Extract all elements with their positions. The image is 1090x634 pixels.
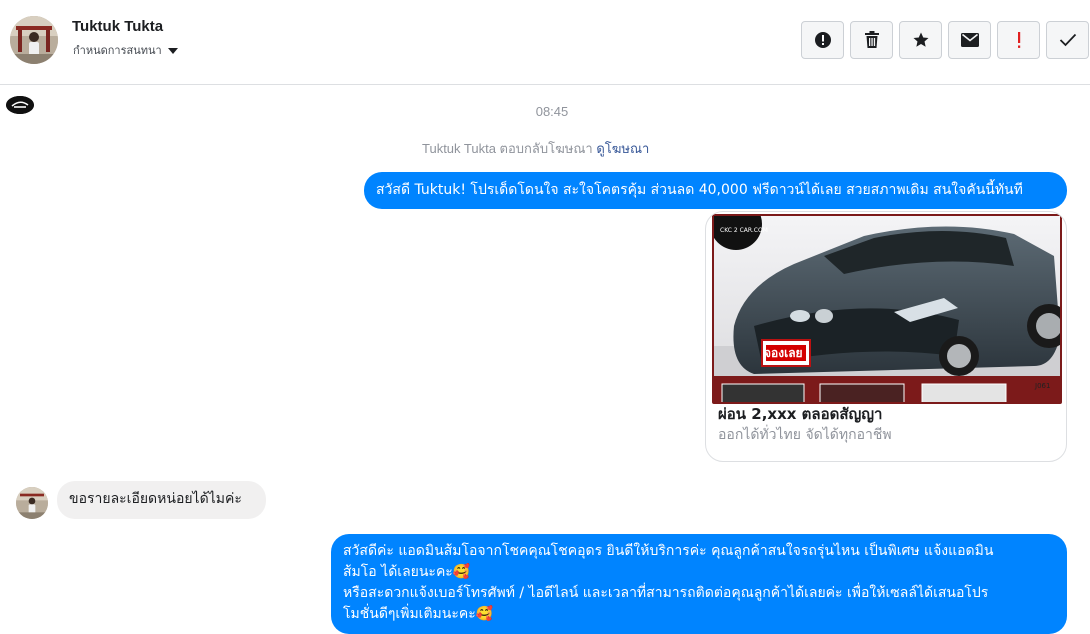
ad-image-logo-text: CKC 2 CAR.COM: [720, 227, 768, 234]
ad-image-code: J061: [1035, 382, 1051, 390]
trash-icon: [864, 31, 879, 48]
message-line: หรือสะดวกแจ้งเบอร์โทรศัพท์ / ไอดีไลน์ แล…: [343, 585, 989, 601]
ad-card[interactable]: จองเลย CKC 2 CAR.COM J061 ผ่อน 2,xxx ตลอ…: [705, 211, 1067, 462]
star-button[interactable]: [899, 21, 942, 59]
outgoing-message: สวัสดีค่ะ แอดมินส้มโอจากโชคคุณโชคอุดร ยิ…: [331, 534, 1067, 634]
header-actions: [801, 21, 1089, 59]
ad-card-subtitle: ออกได้ทั่วไทย จัดได้ทุกอาชีพ: [718, 427, 892, 443]
message-timestamp: 08:45: [535, 104, 569, 119]
star-icon: [913, 32, 928, 47]
conversation-header: Tuktuk Tukta กำหนดการสนทนา: [0, 0, 1090, 85]
incoming-message: ขอรายละเอียดหน่อยได้ไมค่ะ: [57, 481, 266, 519]
message-line: สวัสดีค่ะ แอดมินส้มโอจากโชคคุณโชคอุดร ยิ…: [343, 543, 994, 559]
ad-car-image: จองเลย CKC 2 CAR.COM J061: [712, 214, 1062, 404]
mark-unread-button[interactable]: [948, 21, 991, 59]
message-text: ขอรายละเอียดหน่อยได้ไมค่ะ: [69, 491, 242, 507]
caret-down-icon: [167, 47, 178, 54]
mark-spam-button[interactable]: [801, 21, 844, 59]
exclamation-icon: [1017, 32, 1020, 48]
contact-avatar[interactable]: [10, 16, 58, 64]
message-line: ส้มโอ ได้เลยนะคะ🥰: [343, 564, 471, 580]
ad-image-badge: จองเลย: [764, 346, 803, 360]
mark-done-button[interactable]: [1046, 21, 1089, 59]
ad-card-title: ผ่อน 2,xxx ตลอดสัญญา: [718, 405, 883, 423]
conversation-options-label: กำหนดการสนทนา: [73, 44, 162, 57]
view-ad-link[interactable]: ดูโฆษณา: [596, 141, 649, 156]
contact-avatar-small: [16, 487, 48, 519]
checkmark-icon: [1059, 33, 1076, 47]
ad-reply-text: Tuktuk Tukta ตอบกลับโฆษณา: [422, 141, 593, 156]
delete-button[interactable]: [850, 21, 893, 59]
conversation-options-dropdown[interactable]: กำหนดการสนทนา: [73, 41, 178, 59]
contact-name[interactable]: Tuktuk Tukta: [72, 18, 163, 35]
envelope-icon: [960, 33, 979, 47]
ad-reply-notice: Tuktuk Tukta ตอบกลับโฆษณา ดูโฆษณา: [422, 138, 649, 159]
message-text: สวัสดี Tuktuk! โปรเด็ดโดนใจ สะใจโคตรคุ้ม…: [376, 182, 1023, 198]
outgoing-message: สวัสดี Tuktuk! โปรเด็ดโดนใจ สะใจโคตรคุ้ม…: [364, 172, 1067, 209]
mark-important-button[interactable]: [997, 21, 1040, 59]
alert-circle-icon: [814, 32, 831, 48]
message-line: โมชั่นดีๆเพิ่มเติมนะคะ🥰: [343, 606, 494, 622]
